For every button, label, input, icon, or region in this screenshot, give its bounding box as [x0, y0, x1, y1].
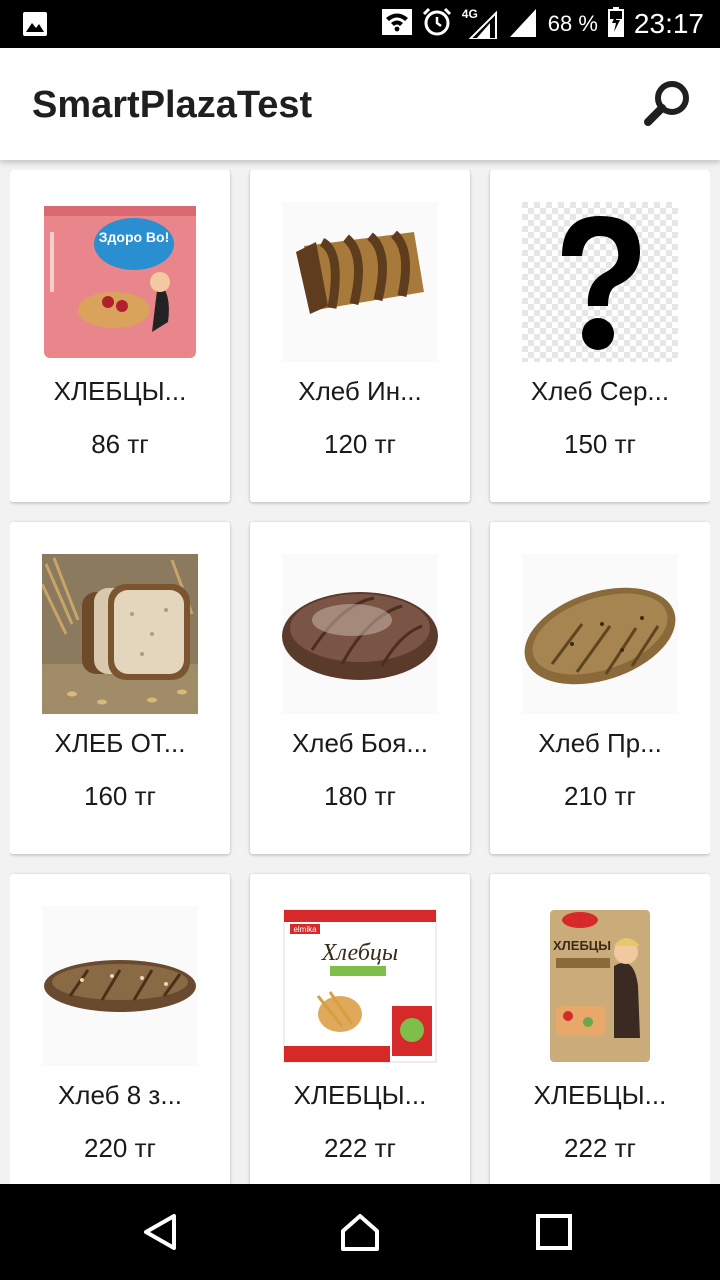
- signal-icon: 4G: [462, 7, 498, 39]
- product-price: 86 тг: [91, 429, 149, 459]
- app-bar: SmartPlazaTest: [0, 48, 720, 160]
- product-card[interactable]: Хлеб Боя... 180 тг: [250, 522, 470, 854]
- product-name: Хлеб 8 з...: [57, 1080, 183, 1110]
- pack-title: ХЛЕБЦЫ: [553, 938, 611, 953]
- home-icon: [341, 1214, 379, 1251]
- back-icon: [144, 1214, 176, 1250]
- product-name: ХЛЕБЦЫ...: [53, 376, 187, 406]
- product-card[interactable]: elmika Хлебцы ХЛЕБЦЫ... 222 тг: [250, 874, 470, 1184]
- app-title: SmartPlazaTest: [32, 84, 313, 126]
- product-image-seeded-loaf: [522, 554, 678, 714]
- image-notification-icon: [22, 11, 48, 42]
- product-card[interactable]: Хлеб Пр... 210 тг: [490, 522, 710, 854]
- product-image-crispbread-pack-fitness: ХЛЕБЦЫ: [522, 906, 678, 1066]
- product-card[interactable]: Хлеб 8 з... 220 тг: [10, 874, 230, 1184]
- recents-button[interactable]: [534, 1212, 574, 1252]
- back-button[interactable]: [140, 1212, 180, 1252]
- navigation-bar: [0, 1184, 720, 1280]
- alarm-icon: [422, 7, 452, 42]
- product-image-crispbread-pack: Здоро Во!: [42, 202, 198, 362]
- product-price: 160 тг: [84, 781, 156, 811]
- battery-icon: [607, 6, 624, 42]
- product-card[interactable]: ХЛЕБЦЫ ХЛЕБЦЫ... 222 тг: [490, 874, 710, 1184]
- product-name: Хлеб Боя...: [291, 728, 429, 758]
- battery-percent: 68 %: [547, 11, 598, 36]
- product-name: ХЛЕБЦЫ...: [293, 1080, 427, 1110]
- product-price: 180 тг: [324, 781, 396, 811]
- product-price: 150 тг: [564, 429, 636, 459]
- product-grid: Здоро Во! ХЛЕБЦЫ... 86 тг Хлеб Ин... 120…: [10, 170, 710, 1184]
- product-card[interactable]: Здоро Во! ХЛЕБЦЫ... 86 тг: [10, 170, 230, 502]
- recents-icon: [536, 1214, 572, 1250]
- product-price: 210 тг: [564, 781, 636, 811]
- product-image-eight-grain-baguette: [42, 906, 198, 1066]
- signal-icon-2: [508, 7, 538, 42]
- product-card[interactable]: Хлеб Ин... 120 тг: [250, 170, 470, 502]
- product-image-crispbread-box: elmika Хлебцы: [282, 906, 438, 1066]
- product-price: 222 тг: [324, 1133, 396, 1163]
- pack-title: Хлебцы: [321, 940, 398, 966]
- wifi-icon: [381, 7, 412, 42]
- product-name: Хлеб Ин...: [298, 376, 422, 406]
- product-image-rye-loaf: [282, 554, 438, 714]
- product-card[interactable]: ХЛЕБ ОТ... 160 тг: [10, 522, 230, 854]
- product-image-marble-loaf: [282, 202, 438, 362]
- question-mark-placeholder-icon: [522, 202, 678, 362]
- product-card[interactable]: Хлеб Сер... 150 тг: [490, 170, 710, 502]
- pack-title: Здоро Во!: [99, 229, 170, 245]
- status-bar: 4G 68 % 23:17: [0, 0, 720, 48]
- product-name: ХЛЕБЦЫ...: [533, 1080, 667, 1110]
- product-price: 220 тг: [84, 1133, 156, 1163]
- home-button[interactable]: [340, 1212, 380, 1252]
- clock: 23:17: [633, 8, 704, 39]
- pack-brand: elmika: [293, 925, 317, 934]
- product-image-sliced-bread: [42, 554, 198, 714]
- product-name: Хлеб Пр...: [538, 728, 662, 758]
- product-name: Хлеб Сер...: [530, 376, 670, 406]
- search-button[interactable]: [640, 76, 696, 132]
- product-name: ХЛЕБ ОТ...: [54, 728, 186, 758]
- product-price: 120 тг: [324, 429, 396, 459]
- search-icon: [644, 81, 689, 126]
- product-price: 222 тг: [564, 1133, 636, 1163]
